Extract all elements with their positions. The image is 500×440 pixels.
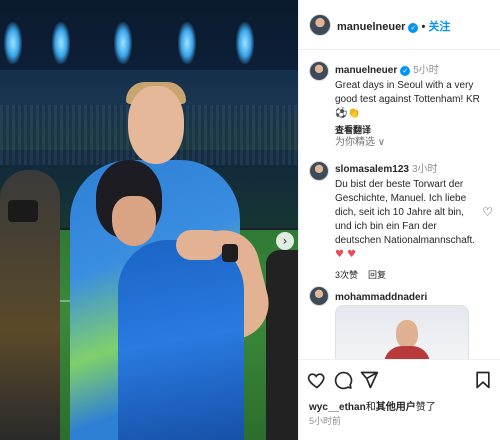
bookmark-icon[interactable] (473, 370, 493, 390)
post-header: manuelneuer ✓ • 关注 (299, 0, 500, 50)
liked-by-user[interactable]: wyc__ethan (309, 402, 366, 413)
caption-avatar[interactable] (309, 61, 329, 81)
like-heart-icon[interactable] (307, 370, 327, 390)
comment-icon[interactable] (333, 370, 353, 390)
header-user-line: manuelneuer ✓ • 关注 (337, 18, 450, 34)
caption-text: Great days in Seoul with a very good tes… (335, 80, 480, 119)
post-actions: wyc__ethan和其他用户赞了 5小时前 (299, 359, 500, 440)
selected-for-you-dropdown[interactable]: 为你精选 ∨ (335, 133, 491, 148)
post-timestamp[interactable]: 5小时前 (309, 414, 341, 427)
background-person-figure (266, 250, 298, 440)
liked-tail: 赞了 (415, 402, 436, 413)
hand-figure (176, 230, 224, 260)
carousel-next-icon[interactable]: › (276, 232, 294, 250)
verified-badge-icon: ✓ (408, 23, 419, 33)
goalkeeper-head-figure (128, 86, 184, 164)
separator-dot: • (421, 21, 426, 33)
player-jersey-figure (118, 240, 244, 440)
camera-figure (8, 200, 38, 222)
follow-button[interactable]: 关注 (428, 21, 450, 33)
header-username[interactable]: manuelneuer (337, 21, 405, 33)
post-photo[interactable]: › (0, 0, 298, 440)
share-icon[interactable] (359, 370, 379, 390)
avatar[interactable] (309, 14, 331, 36)
caption-time[interactable]: 5小时 (413, 65, 439, 76)
verified-badge-icon: ✓ (400, 66, 411, 76)
preview-face-figure (396, 320, 418, 348)
comment-like-icon[interactable]: ♡ (482, 205, 493, 219)
comment-likes[interactable]: 3次赞 (335, 270, 358, 280)
reply-button[interactable]: 回复 (368, 270, 386, 280)
comment-body: Du bist der beste Torwart der Geschichte… (335, 179, 476, 246)
comment-avatar[interactable] (309, 161, 329, 181)
watch-figure (222, 244, 238, 262)
caption-username[interactable]: manuelneuer (335, 65, 397, 76)
post-side-panel: manuelneuer ✓ • 关注 manuelneuer ✓ 5小时 Great da… (298, 0, 500, 440)
comment-username[interactable]: mohammaddnaderi (335, 292, 427, 303)
liked-by-others[interactable]: 其他用户 (376, 402, 416, 413)
liked-by-connector: 和 (365, 402, 376, 413)
player-face-figure (112, 196, 156, 246)
comment-item: mohammaddnaderi (335, 287, 491, 305)
likes-summary: wyc__ethan和其他用户赞了 (309, 398, 436, 413)
comment-image-preview[interactable] (335, 305, 469, 359)
comments-list[interactable]: manuelneuer ✓ 5小时 Great days in Seoul with… (299, 51, 500, 359)
comment-username[interactable]: slomasalem123 (335, 164, 409, 175)
comment-item: slomasalem123 3小时 Du bist der beste Torwa… (335, 159, 479, 281)
comment-time[interactable]: 3小时 (412, 164, 438, 175)
comment-text: Du bist der beste Torwart der Geschichte… (335, 178, 479, 262)
heart-emojis: ♥ ♥ (335, 249, 357, 260)
caption: manuelneuer ✓ 5小时 Great days in Seoul with… (335, 60, 491, 136)
preview-shirt-figure (384, 346, 430, 359)
comment-avatar[interactable] (309, 286, 329, 306)
comment-meta: 3次赞 回复 (335, 268, 479, 281)
